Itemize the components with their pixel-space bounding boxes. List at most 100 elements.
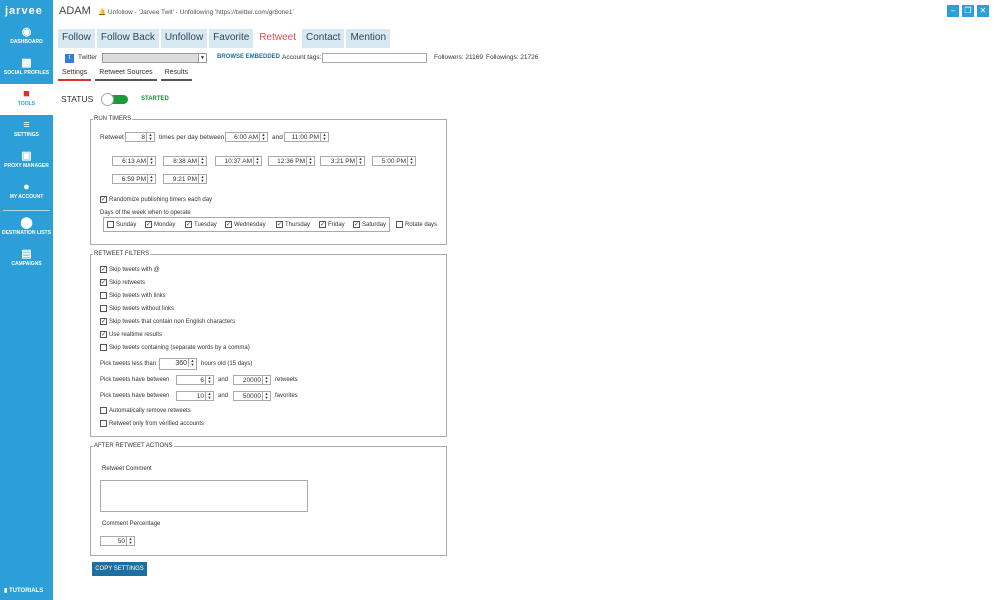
timer-slot[interactable]: 5:00 PM ▲ ▼ bbox=[372, 156, 416, 166]
tab-mention[interactable]: Mention bbox=[346, 29, 391, 48]
retweet-comment-input[interactable] bbox=[100, 480, 308, 512]
status-label: STATUS bbox=[61, 94, 94, 104]
chevron-down-icon: ▼ bbox=[198, 54, 206, 62]
copy-settings-button[interactable]: COPY SETTINGS bbox=[92, 562, 147, 576]
timer-slot[interactable]: 9:21 PM ▲ ▼ bbox=[163, 174, 207, 184]
subtab-results[interactable]: Results bbox=[160, 68, 192, 81]
day-checkbox-thursday[interactable]: ✓ Thursday bbox=[276, 221, 310, 228]
filter-checkbox[interactable]: Skip tweets containing (separate words b… bbox=[100, 344, 250, 351]
retweets-unit: retweets bbox=[275, 377, 298, 383]
spin-arrows-icon[interactable]: ▲ ▼ bbox=[306, 157, 314, 165]
sidebar-item-dashboard[interactable]: ◉ DASHBOARD bbox=[0, 22, 53, 53]
spin-arrows-icon[interactable]: ▲ ▼ bbox=[205, 376, 213, 384]
tab-retweet[interactable]: Retweet bbox=[255, 29, 300, 48]
timer-slot[interactable]: 12:36 PM ▲ ▼ bbox=[268, 156, 315, 166]
status-toggle[interactable] bbox=[101, 93, 128, 106]
close-icon[interactable]: ✕ bbox=[977, 5, 989, 17]
retweet-filters-section: RETWEET FILTERS ✓ Skip tweets with @ ✓ Ski… bbox=[90, 251, 447, 437]
tab-favorite[interactable]: Favorite bbox=[209, 29, 254, 48]
tool-tabs: Follow Follow Back Unfollow Favorite Retweet… bbox=[58, 29, 392, 48]
spin-arrows-icon[interactable]: ▲ ▼ bbox=[198, 157, 206, 165]
spin-arrows-icon[interactable]: ▲ ▼ bbox=[320, 133, 328, 141]
days-label: Days of the week when to operate bbox=[100, 210, 191, 216]
tools-icon: ■ bbox=[23, 88, 30, 100]
day-checkbox-wednesday[interactable]: ✓ Wednesday bbox=[225, 221, 266, 228]
verified-only-checkbox[interactable]: Retweet only from verified accounts bbox=[100, 420, 204, 427]
spin-arrows-icon[interactable]: ▲ ▼ bbox=[146, 133, 154, 141]
tab-unfollow[interactable]: Unfollow bbox=[160, 29, 208, 48]
filter-checkbox[interactable]: ✓ Use realtime results bbox=[100, 331, 162, 338]
fav-max-stepper[interactable]: 50000 ▲ ▼ bbox=[233, 391, 271, 401]
timer-slot[interactable]: 3:21 PM ▲ ▼ bbox=[320, 156, 365, 166]
app-logo: jarvee bbox=[5, 5, 43, 17]
days-of-week: Sunday ✓ Monday ✓ Tuesday ✓ Wednesday ✓ Thur… bbox=[103, 217, 390, 232]
profiles-icon: ▦ bbox=[21, 57, 32, 69]
timer-slot[interactable]: 6:59 PM ▲ ▼ bbox=[112, 174, 156, 184]
spin-arrows-icon[interactable]: ▲ ▼ bbox=[356, 157, 364, 165]
sidebar-item-my-account[interactable]: ● MY ACCOUNT bbox=[0, 177, 53, 208]
spin-arrows-icon[interactable]: ▲ ▼ bbox=[205, 392, 213, 400]
browse-embedded-link[interactable]: BROWSE EMBEDDED bbox=[217, 54, 280, 60]
day-checkbox-monday[interactable]: ✓ Monday bbox=[145, 221, 175, 228]
sidebar-item-destination-lists[interactable]: ⬤ DESTINATION LISTS bbox=[0, 213, 53, 244]
sidebar-item-tools[interactable]: ■ TOOLS bbox=[0, 84, 53, 115]
spin-arrows-icon[interactable]: ▲ ▼ bbox=[126, 537, 134, 545]
rt-min-stepper[interactable]: 6 ▲ ▼ bbox=[176, 375, 214, 385]
filter-checkbox[interactable]: Skip tweets with links bbox=[100, 292, 166, 299]
spin-arrows-icon[interactable]: ▲ ▼ bbox=[262, 392, 270, 400]
retweet-count-stepper[interactable]: 8 ▲ ▼ bbox=[125, 132, 155, 142]
followings-count: Followings: 21726 bbox=[486, 54, 539, 61]
timer-slot[interactable]: 10:37 AM ▲ ▼ bbox=[215, 156, 262, 166]
filter-checkbox[interactable]: ✓ Skip retweets bbox=[100, 279, 145, 286]
tutorials-link[interactable]: ▮ TUTORIALS bbox=[4, 587, 43, 594]
filter-checkbox[interactable]: ✓ Skip tweets that contain non English ch… bbox=[100, 318, 235, 325]
sidebar-item-social-profiles[interactable]: ▦ SOCIAL PROFILES bbox=[0, 53, 53, 84]
tab-follow[interactable]: Follow bbox=[58, 29, 95, 48]
spin-arrows-icon[interactable]: ▲ ▼ bbox=[147, 175, 155, 183]
spin-arrows-icon[interactable]: ▲ ▼ bbox=[198, 175, 206, 183]
spin-arrows-icon[interactable]: ▲ ▼ bbox=[147, 157, 155, 165]
status-state: STARTED bbox=[141, 96, 169, 102]
rt-max-stepper[interactable]: 20000 ▲ ▼ bbox=[233, 375, 271, 385]
timer-slot[interactable]: 6:13 AM ▲ ▼ bbox=[112, 156, 156, 166]
retweet-label: Retweet bbox=[100, 134, 124, 141]
status-line: 🔔 Unfollow - 'Jarvee Twit' - Unfollowing… bbox=[98, 9, 294, 16]
sidebar-divider bbox=[3, 210, 50, 211]
spin-arrows-icon[interactable]: ▲ ▼ bbox=[259, 133, 267, 141]
day-checkbox-sunday[interactable]: Sunday bbox=[107, 221, 136, 228]
tab-contact[interactable]: Contact bbox=[301, 29, 345, 48]
dashboard-icon: ◉ bbox=[21, 26, 32, 38]
spin-arrows-icon[interactable]: ▲ ▼ bbox=[262, 376, 270, 384]
subtab-retweet-sources[interactable]: Retweet Sources bbox=[95, 68, 157, 81]
rotate-days-checkbox[interactable]: Rotate days bbox=[396, 221, 437, 228]
day-checkbox-tuesday[interactable]: ✓ Tuesday bbox=[185, 221, 217, 228]
spin-arrows-icon[interactable]: ▲ ▼ bbox=[253, 157, 261, 165]
filter-checkbox[interactable]: ✓ Skip tweets with @ bbox=[100, 266, 160, 273]
hours-stepper[interactable]: 360 ▲ ▼ bbox=[159, 358, 197, 370]
followers-count: Followers: 21169 bbox=[434, 54, 484, 61]
sidebar-item-proxy-manager[interactable]: ▣ PROXY MANAGER bbox=[0, 146, 53, 177]
restore-icon[interactable]: ❐ bbox=[962, 5, 974, 17]
fav-min-stepper[interactable]: 10 ▲ ▼ bbox=[176, 391, 214, 401]
and-label: and bbox=[218, 377, 229, 383]
account-row: t Twitter ▼ BROWSE EMBEDDED Account tags… bbox=[62, 53, 992, 65]
randomize-checkbox[interactable]: ✓ Randomize publishing timers each day bbox=[100, 196, 212, 203]
sidebar-item-campaigns[interactable]: ▤ CAMPAIGNS bbox=[0, 244, 53, 275]
day-checkbox-friday[interactable]: ✓ Friday bbox=[319, 221, 345, 228]
filter-checkbox[interactable]: Skip tweets without links bbox=[100, 305, 174, 312]
spin-arrows-icon[interactable]: ▲ ▼ bbox=[188, 359, 196, 367]
account-select[interactable]: ▼ bbox=[102, 53, 207, 63]
comment-pct-stepper[interactable]: 50 ▲ ▼ bbox=[100, 536, 135, 546]
lock-icon: ▣ bbox=[21, 150, 32, 162]
start-time-stepper[interactable]: 6:00 AM ▲ ▼ bbox=[225, 132, 268, 142]
account-tags-input[interactable] bbox=[322, 53, 427, 63]
sidebar-item-settings[interactable]: ≡ SETTINGS bbox=[0, 115, 53, 146]
tab-follow-back[interactable]: Follow Back bbox=[96, 29, 159, 48]
subtab-settings[interactable]: Settings bbox=[58, 68, 92, 81]
day-checkbox-saturday[interactable]: ✓ Saturday bbox=[353, 221, 386, 228]
auto-remove-checkbox[interactable]: Automatically remove retweets bbox=[100, 407, 191, 414]
end-time-stepper[interactable]: 11:00 PM ▲ ▼ bbox=[284, 132, 329, 142]
minimize-icon[interactable]: – bbox=[947, 5, 959, 17]
spin-arrows-icon[interactable]: ▲ ▼ bbox=[407, 157, 415, 165]
timer-slot[interactable]: 8:38 AM ▲ ▼ bbox=[163, 156, 207, 166]
